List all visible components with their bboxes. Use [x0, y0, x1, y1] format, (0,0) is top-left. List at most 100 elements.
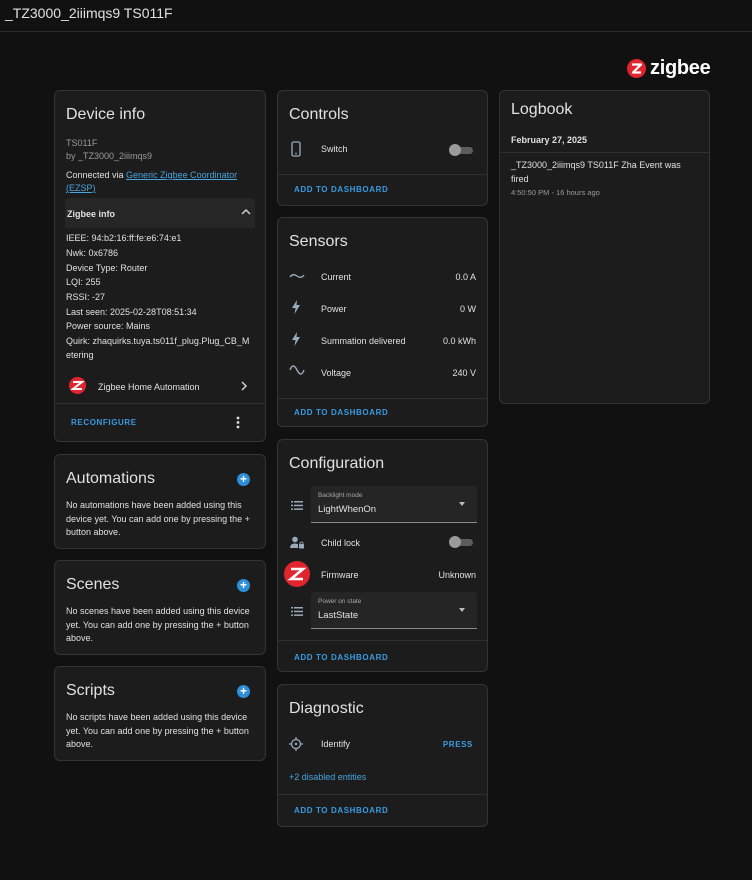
- zigbee-lqi: LQI: 255: [66, 277, 101, 287]
- controls-card: Controls Switch Add to dashboard: [277, 90, 488, 206]
- diagnostic-card: Diagnostic Identify Press +2 disabled en…: [277, 684, 488, 827]
- zha-logo-icon: [69, 377, 86, 394]
- scripts-empty-text-1: No scripts have been added using this de…: [66, 712, 248, 722]
- sensors-title: Sensors: [289, 233, 348, 250]
- automations-card: Automations + No automations have been a…: [54, 454, 266, 549]
- integration-row[interactable]: Zigbee Home Automation: [55, 374, 265, 398]
- connected-via-prefix: Connected via: [66, 170, 127, 180]
- zigbee-logo-text: zigbee: [650, 56, 711, 79]
- scripts-empty-text-3: above.: [66, 739, 94, 749]
- switch-label: Switch: [321, 144, 348, 154]
- zigbee-logo: zigbee: [627, 56, 711, 79]
- backlight-mode-label: Backlight mode: [318, 492, 363, 499]
- zigbee-nwk: Nwk: 0x6786: [66, 248, 119, 258]
- sensor-power-value: 0 W: [459, 304, 476, 314]
- sensor-power-label: Power: [321, 304, 347, 314]
- account-lock-icon: [290, 536, 304, 549]
- add-scene-button[interactable]: +: [237, 579, 250, 592]
- identify-label: Identify: [321, 739, 351, 749]
- connected-via: Connected via Generic Zigbee Coordinator: [66, 170, 237, 180]
- backlight-mode-value: LightWhenOn: [318, 504, 377, 515]
- sensors-add-to-dashboard[interactable]: Add to dashboard: [294, 408, 388, 417]
- logbook-event-text: _TZ3000_2iiimqs9 TS011F Zha Event was: [511, 160, 681, 170]
- scenes-empty-text-3: above.: [66, 633, 94, 643]
- zigbee-ieee: IEEE: 94:b2:16:ff:fe:e6:74:e1: [66, 233, 182, 243]
- zigbee-last-seen: Last seen: 2025-02-28T08:51:34: [66, 307, 197, 317]
- automations-empty-text-2: device yet. You can add one by pressing …: [66, 514, 250, 524]
- switch-toggle[interactable]: [449, 144, 473, 156]
- configuration-divider: [278, 640, 487, 641]
- device-model: TS011F: [66, 138, 98, 148]
- controls-title: Controls: [289, 106, 349, 123]
- scripts-empty-text-2: yet. You can add one by pressing the + b…: [66, 726, 249, 736]
- sensors-divider: [278, 398, 487, 399]
- diagnostic-title: Diagnostic: [289, 700, 364, 717]
- crosshairs-icon: [289, 737, 303, 751]
- scenes-title: Scenes: [66, 576, 120, 593]
- firmware-label: Firmware: [321, 570, 359, 580]
- chevron-up-icon: [241, 208, 251, 215]
- firmware-value: Unknown: [438, 570, 476, 580]
- backlight-mode-select[interactable]: Backlight mode LightWhenOn: [311, 486, 477, 523]
- phone-switch-icon: [291, 141, 301, 157]
- top-app-bar: _TZ3000_2iiimqs9 TS011F: [0, 0, 752, 32]
- power-on-state-value: LastState: [318, 610, 359, 621]
- controls-add-to-dashboard[interactable]: Add to dashboard: [294, 185, 388, 194]
- configuration-add-to-dashboard[interactable]: Add to dashboard: [294, 653, 388, 662]
- scripts-card: Scripts + No scripts have been added usi…: [54, 666, 266, 761]
- device-info-divider: [55, 403, 265, 404]
- zigbee-logo-icon: [627, 58, 646, 78]
- power-on-state-select[interactable]: Power on state LastState: [311, 592, 477, 629]
- child-lock-label: Child lock: [321, 538, 361, 548]
- flash-icon: [292, 300, 300, 314]
- identify-press-button[interactable]: Press: [443, 740, 473, 749]
- configuration-title: Configuration: [289, 455, 385, 472]
- configuration-card: Configuration Backlight mode LightWhenOn…: [277, 439, 488, 672]
- list-icon: [291, 501, 303, 510]
- scripts-title: Scripts: [66, 682, 115, 699]
- sensor-summation-label: Summation delivered: [321, 336, 406, 346]
- automations-title: Automations: [66, 470, 155, 487]
- dropdown-arrow-icon: [459, 502, 465, 506]
- lightning-icon: [292, 332, 300, 346]
- dropdown-arrow-icon: [459, 608, 465, 612]
- child-lock-toggle[interactable]: [449, 536, 473, 548]
- logbook-title: Logbook: [511, 101, 573, 118]
- coordinator-link-ezsp[interactable]: (EZSP): [66, 183, 96, 193]
- diagnostic-add-to-dashboard[interactable]: Add to dashboard: [294, 806, 388, 815]
- automations-empty-text-1: No automations have been added using thi…: [66, 500, 242, 510]
- logbook-divider: [500, 152, 709, 153]
- logbook-event-text-cont: fired: [511, 174, 529, 184]
- diagnostic-divider: [278, 794, 487, 795]
- zigbee-power-source: Power source: Mains: [66, 321, 151, 331]
- scenes-card: Scenes + No scenes have been added using…: [54, 560, 266, 655]
- zigbee-info-heading: Zigbee info: [67, 209, 115, 219]
- automations-empty-text-3: button above.: [66, 527, 121, 537]
- sine-wave-icon: [289, 365, 305, 375]
- disabled-entities-link[interactable]: +2 disabled entities: [289, 772, 366, 782]
- logbook-card: Logbook February 27, 2025 _TZ3000_2iiimq…: [499, 90, 710, 404]
- more-vert-icon[interactable]: [236, 416, 240, 429]
- zigbee-device-type: Device Type: Router: [66, 263, 148, 273]
- sensor-voltage-value: 240 V: [452, 368, 476, 378]
- firmware-zigbee-icon: [284, 561, 310, 587]
- device-info-card: Device info TS011F by _TZ3000_2iiimqs9 C…: [54, 90, 266, 442]
- sensor-current-label: Current: [321, 272, 352, 282]
- power-on-state-label: Power on state: [318, 598, 362, 605]
- sensor-summation-value: 0.0 kWh: [442, 336, 476, 346]
- current-ac-icon: [289, 274, 305, 278]
- add-automation-button[interactable]: +: [237, 473, 250, 486]
- controls-divider: [278, 174, 487, 175]
- zigbee-quirk-cont: etering: [66, 350, 94, 360]
- zigbee-rssi: RSSI: -27: [66, 292, 106, 302]
- sensor-current-value: 0.0 A: [455, 272, 476, 282]
- reconfigure-button[interactable]: Reconfigure: [71, 418, 137, 427]
- logbook-date: February 27, 2025: [511, 135, 588, 145]
- sensor-voltage-label: Voltage: [321, 368, 352, 378]
- zigbee-info-header[interactable]: Zigbee info: [65, 198, 255, 228]
- chevron-right-icon: [241, 381, 248, 391]
- add-script-button[interactable]: +: [237, 685, 250, 698]
- device-info-title: Device info: [66, 106, 146, 123]
- coordinator-link[interactable]: Generic Zigbee Coordinator: [126, 170, 237, 180]
- logbook-event-time: 4:50:50 PM - 16 hours ago: [511, 188, 600, 197]
